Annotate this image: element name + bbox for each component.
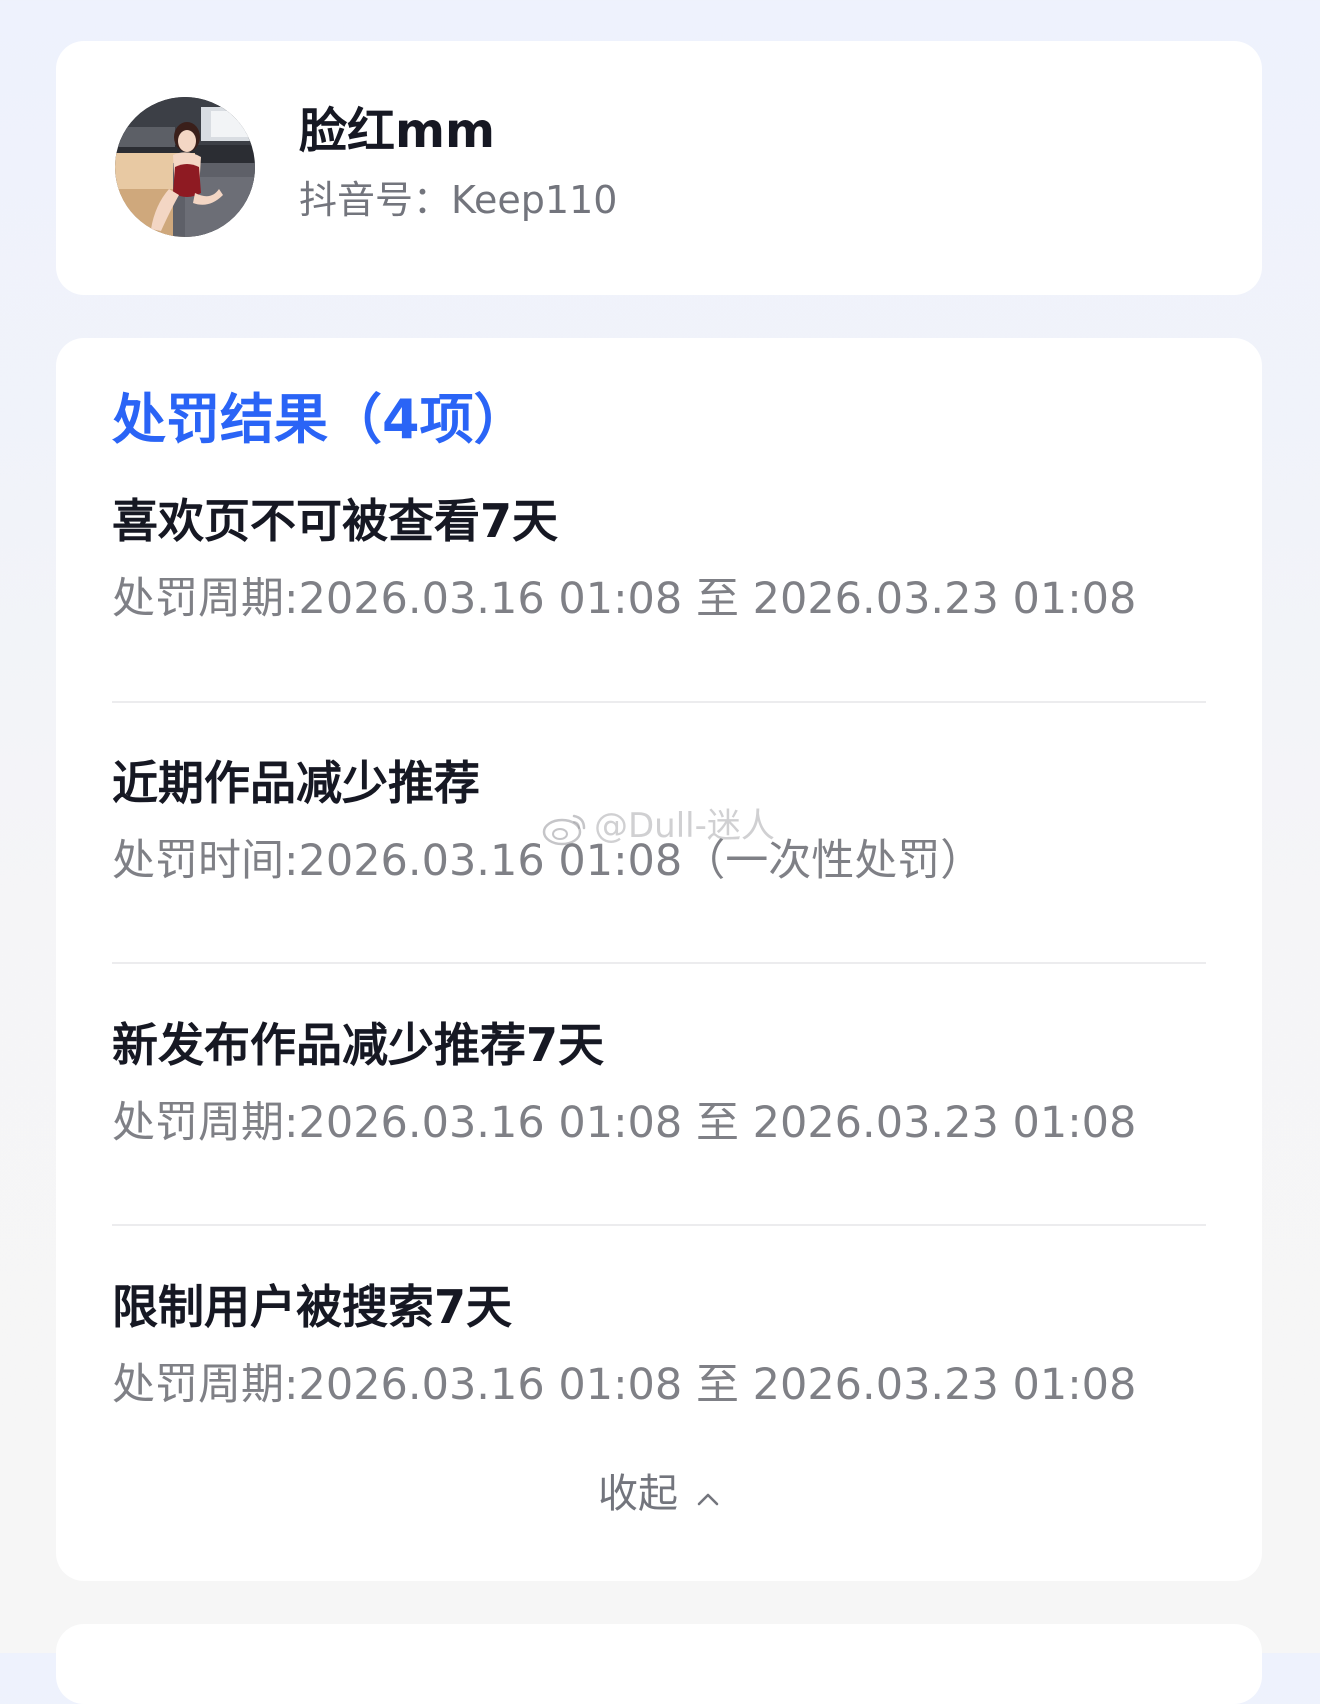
nickname: 脸红mm: [299, 103, 496, 159]
divider: [112, 962, 1206, 964]
douyin-id: 抖音号：Keep110: [299, 178, 618, 222]
weibo-icon: [542, 814, 586, 845]
penalty-item-title: 新发布作品减少推荐7天: [112, 1018, 605, 1072]
penalty-card: 处罚结果（4项） 喜欢页不可被查看7天 处罚周期:2026.03.16 01:0…: [56, 338, 1262, 1581]
penalty-item-title: 近期作品减少推荐: [112, 756, 480, 810]
divider: [112, 701, 1206, 703]
profile-card: 脸红mm 抖音号：Keep110: [56, 41, 1262, 295]
divider: [112, 1224, 1206, 1226]
section-title: 处罚结果（4项）: [112, 388, 528, 451]
penalty-item-detail: 处罚周期:2026.03.16 01:08 至 2026.03.23 01:08: [112, 1360, 1137, 1410]
collapse-label: 收起: [598, 1471, 678, 1517]
avatar-photo: [115, 97, 255, 237]
watermark-text: @Dull-迷人: [594, 806, 775, 846]
penalty-item-title: 限制用户被搜索7天: [112, 1280, 513, 1334]
penalty-item-detail: 处罚周期:2026.03.16 01:08 至 2026.03.23 01:08: [112, 574, 1137, 624]
next-card: [56, 1624, 1262, 1704]
watermark: @Dull-迷人: [542, 806, 775, 847]
chevron-up-icon: [696, 1470, 720, 1518]
collapse-button[interactable]: 收起: [56, 1468, 1262, 1518]
avatar[interactable]: [115, 97, 255, 237]
penalty-item-title: 喜欢页不可被查看7天: [112, 494, 559, 548]
penalty-item-detail: 处罚周期:2026.03.16 01:08 至 2026.03.23 01:08: [112, 1098, 1137, 1148]
